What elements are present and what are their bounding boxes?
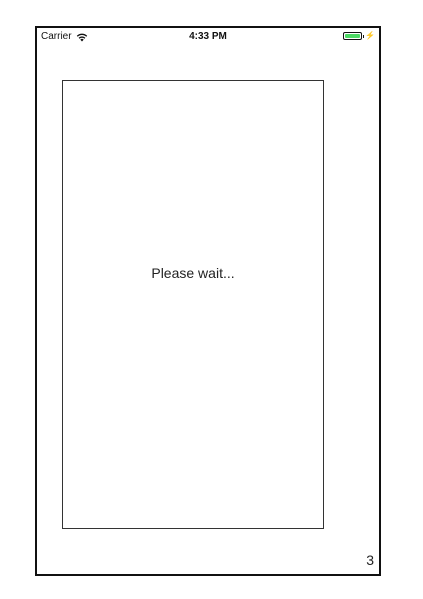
battery-body [343,32,363,40]
status-time: 4:33 PM [189,31,227,42]
content-frame: Please wait... [62,80,324,529]
battery-icon: ⚡ [343,32,375,40]
battery-fill [345,34,361,38]
charging-bolt-icon: ⚡ [365,31,375,40]
loading-message: Please wait... [151,265,235,281]
status-bar: Carrier 4:33 PM ⚡ [37,28,379,48]
phone-screen: Carrier 4:33 PM ⚡ Please wait... 3 [35,26,381,576]
battery-cap [363,34,365,38]
page-number: 3 [366,552,374,568]
